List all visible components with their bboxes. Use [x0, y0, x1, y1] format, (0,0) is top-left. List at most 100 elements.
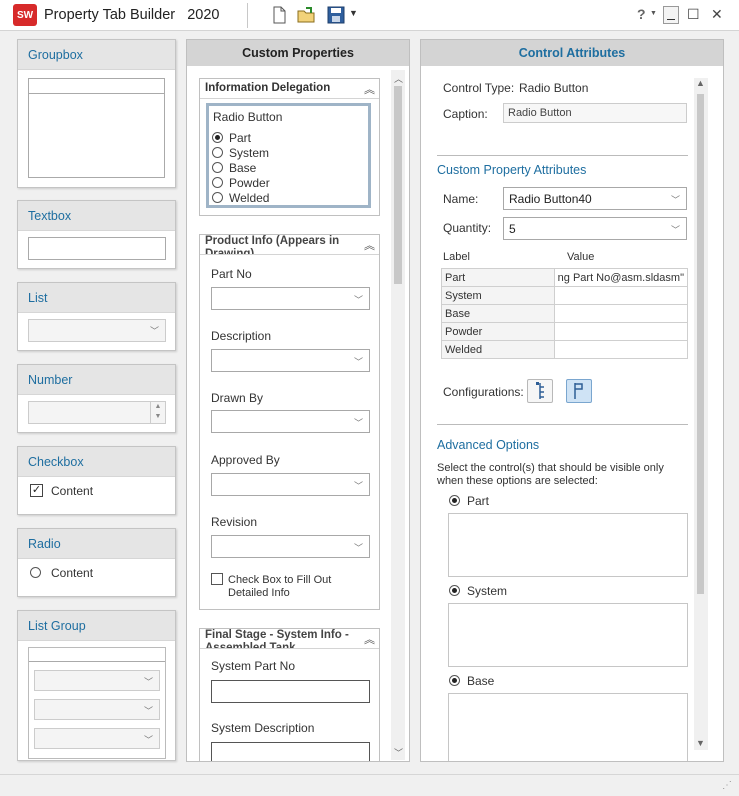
table-row[interactable]: Base	[441, 304, 689, 323]
row-value[interactable]	[553, 304, 689, 323]
help-dropdown-icon[interactable]: ▼	[650, 10, 657, 17]
group-title: Product Info (Appears in Drawing)	[200, 235, 379, 255]
listgroup-preview: ﹀ ﹀ ﹀	[28, 647, 166, 759]
name-dropdown[interactable]: Radio Button40 ﹀	[503, 187, 687, 210]
radio-base[interactable]	[212, 162, 223, 173]
advanced-option-system-box[interactable]	[448, 603, 688, 667]
chevron-down-icon: ﹀	[353, 418, 363, 428]
save-icon[interactable]	[327, 6, 345, 24]
advanced-option-base-box[interactable]	[448, 693, 688, 761]
resize-grip-icon[interactable]: ⋰	[722, 780, 732, 791]
part-no-dropdown[interactable]: ﹀	[211, 287, 370, 310]
configurations-specific-button[interactable]	[566, 379, 592, 403]
description-dropdown[interactable]: ﹀	[211, 349, 370, 372]
control-attributes-panel: Control Attributes Control Type: Radio B…	[420, 39, 724, 762]
field-label: Revision	[211, 515, 258, 529]
scroll-thumb[interactable]	[697, 94, 704, 594]
advanced-option-part-radio[interactable]	[449, 495, 460, 506]
radio-option-label: Powder	[229, 176, 270, 190]
quantity-dropdown[interactable]: 5 ﹀	[503, 217, 687, 240]
chevron-down-icon: ﹀	[670, 195, 680, 205]
final-stage-group[interactable]: Final Stage - System Info - Assembled Ta…	[199, 628, 380, 761]
advanced-options-title: Advanced Options	[437, 438, 540, 452]
table-row[interactable]: System	[441, 286, 689, 305]
configurations-list-button[interactable]	[527, 379, 553, 403]
toolbox-textbox[interactable]: Textbox	[17, 200, 176, 269]
save-dropdown-icon[interactable]: ▼	[349, 8, 358, 18]
toolbox-label: Textbox	[18, 201, 175, 231]
list-preview: ﹀	[28, 319, 166, 342]
row-label: Part	[441, 268, 555, 287]
scroll-thumb[interactable]	[394, 86, 402, 284]
minimize-button[interactable]	[663, 6, 679, 24]
radio-group-label: Radio Button	[213, 110, 283, 124]
toolbox-groupbox[interactable]: Groupbox	[17, 39, 176, 188]
radio-system[interactable]	[212, 147, 223, 158]
field-label: Description	[211, 329, 272, 343]
toolbox-label: Number	[18, 365, 175, 395]
toolbox-list[interactable]: List ﹀	[17, 282, 176, 351]
system-part-no-input[interactable]	[211, 680, 370, 703]
row-value[interactable]	[553, 286, 689, 305]
detailed-info-checkbox[interactable]	[211, 573, 223, 585]
open-file-icon[interactable]	[297, 6, 315, 24]
approved-by-dropdown[interactable]: ﹀	[211, 473, 370, 496]
toolbox-listgroup[interactable]: List Group ﹀ ﹀ ﹀	[17, 610, 176, 761]
radio-option-label: Part	[229, 131, 252, 145]
new-file-icon[interactable]	[270, 6, 288, 24]
toolbox-label: Checkbox	[18, 447, 175, 477]
scroll-down-icon[interactable]: ﹀	[394, 746, 403, 759]
scroll-up-icon[interactable]: ▲	[696, 78, 705, 88]
collapse-icon[interactable]: ︽	[364, 81, 375, 97]
divider	[437, 424, 688, 425]
toolbox-radio[interactable]: Radio Content	[17, 528, 176, 597]
radio-part[interactable]	[212, 132, 223, 143]
toolbox-checkbox[interactable]: Checkbox ✓ Content	[17, 446, 176, 515]
maximize-button[interactable]: ☐	[687, 6, 700, 23]
help-icon[interactable]: ?	[637, 6, 646, 22]
scroll-up-icon[interactable]: ︿	[394, 72, 403, 85]
information-delegation-group[interactable]: Information Delegation ︽ Radio Button Pa…	[199, 78, 380, 216]
config-tree-icon	[536, 382, 544, 399]
close-button[interactable]: ✕	[711, 6, 723, 23]
scrollbar[interactable]: ▲ ▼	[694, 78, 708, 750]
radio-button-control[interactable]: Radio Button Part System Base Powder Wel…	[206, 103, 371, 208]
table-row[interactable]: Powder	[441, 322, 689, 341]
advanced-option-base-radio[interactable]	[449, 675, 460, 686]
collapse-icon[interactable]: ︽	[364, 237, 375, 253]
toolbox-number[interactable]: Number ▲ ▼	[17, 364, 176, 433]
advanced-option-label: Part	[467, 494, 490, 508]
row-value[interactable]: ng Part No@asm.sldasm"	[553, 268, 689, 287]
radio-welded[interactable]	[212, 192, 223, 203]
custom-attributes-title: Custom Property Attributes	[437, 163, 587, 177]
table-row[interactable]: Welded	[441, 340, 689, 359]
system-description-input[interactable]	[211, 742, 370, 761]
row-value[interactable]	[553, 340, 689, 359]
status-bar: ⋰	[0, 774, 739, 796]
scrollbar[interactable]: ︿ ﹀	[391, 70, 405, 760]
control-type-value: Radio Button	[519, 81, 589, 95]
chevron-down-icon: ﹀	[353, 295, 363, 305]
row-label: Powder	[441, 322, 555, 341]
table-row[interactable]: Part ng Part No@asm.sldasm"	[441, 268, 689, 287]
advanced-option-system-radio[interactable]	[449, 585, 460, 596]
revision-dropdown[interactable]: ﹀	[211, 535, 370, 558]
collapse-icon[interactable]: ︽	[364, 631, 375, 647]
caption-input[interactable]: Radio Button	[503, 103, 687, 123]
chevron-down-icon: ﹀	[143, 706, 153, 716]
row-value[interactable]	[553, 322, 689, 341]
drawn-by-dropdown[interactable]: ﹀	[211, 410, 370, 433]
scroll-down-icon[interactable]: ▼	[696, 738, 705, 748]
row-label: Base	[441, 304, 555, 323]
product-info-group[interactable]: Product Info (Appears in Drawing) ︽ Part…	[199, 234, 380, 610]
toolbar-separator	[247, 3, 248, 28]
radio-powder[interactable]	[212, 177, 223, 188]
number-preview: ▲ ▼	[28, 401, 166, 424]
advanced-option-part-box[interactable]	[448, 513, 688, 577]
toolbox-panel: Groupbox Textbox List ﹀ Number ▲ ▼ Checkb…	[11, 39, 181, 761]
quantity-value: 5	[509, 222, 516, 236]
textbox-preview	[28, 237, 166, 260]
radio-option-label: Base	[229, 161, 257, 175]
quantity-label: Quantity:	[443, 221, 492, 235]
toolbox-label: Radio	[18, 529, 175, 559]
